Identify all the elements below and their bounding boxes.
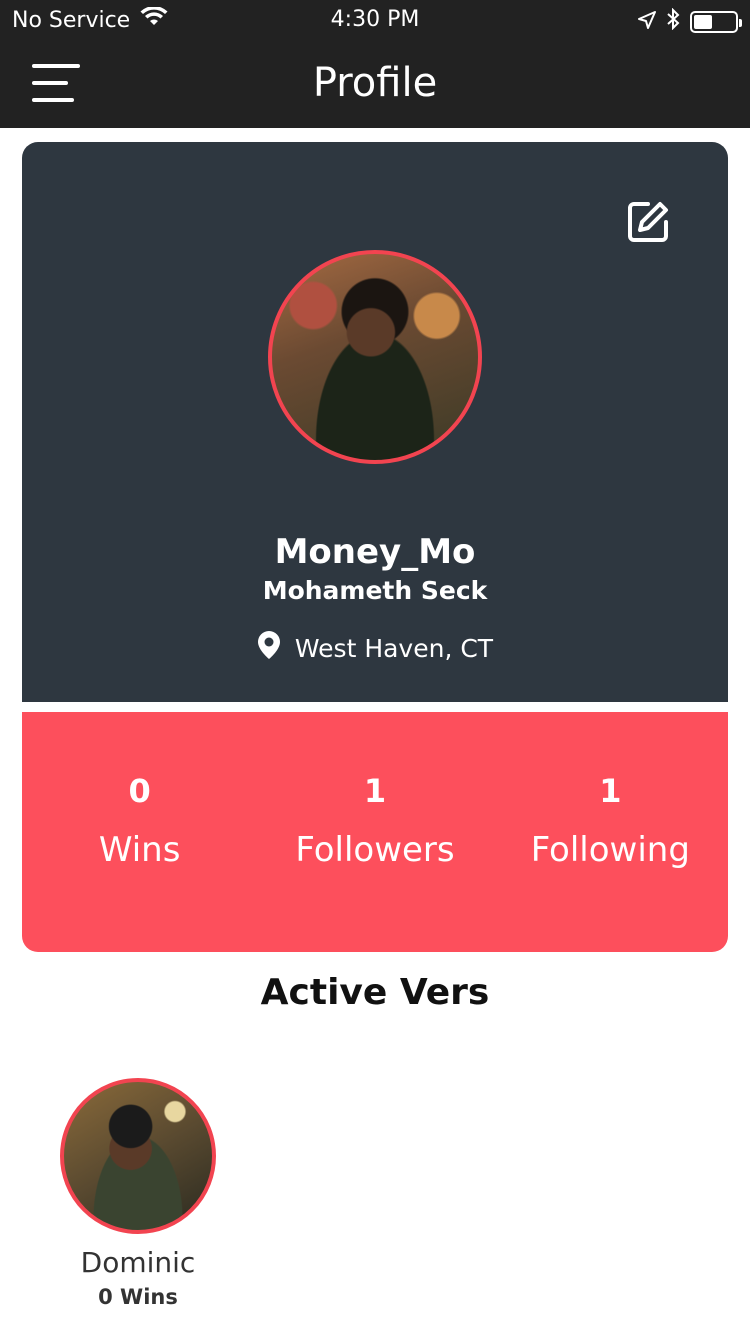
edit-icon[interactable] <box>626 200 670 244</box>
vers-wins: 0 Wins <box>98 1285 178 1309</box>
stat-followers[interactable]: 1 Followers <box>257 712 492 952</box>
stat-label: Wins <box>98 830 181 870</box>
stat-wins[interactable]: 0 Wins <box>22 712 257 952</box>
page-title: Profile <box>312 60 438 106</box>
username: Money_Mo <box>274 532 476 572</box>
stat-label: Followers <box>295 830 455 870</box>
stat-value: 0 <box>128 772 151 810</box>
map-pin-icon <box>257 630 281 666</box>
app-header: Profile <box>0 40 750 128</box>
stat-label: Following <box>530 830 690 870</box>
section-title: Active Vers <box>260 972 490 1013</box>
full-name: Mohameth Seck <box>262 576 488 605</box>
stat-following[interactable]: 1 Following <box>493 712 728 952</box>
list-item[interactable]: Dominic 0 Wins <box>40 1078 236 1309</box>
avatar[interactable] <box>268 250 482 464</box>
vers-name: Dominic <box>80 1246 196 1279</box>
location-arrow-icon <box>638 10 656 35</box>
location-text: West Haven, CT <box>294 633 494 663</box>
avatar <box>60 1078 216 1234</box>
stat-value: 1 <box>363 772 387 810</box>
bluetooth-icon <box>666 7 680 36</box>
status-right <box>638 7 742 36</box>
stats-bar: 0 Wins 1 Followers 1 Following <box>22 712 728 952</box>
stat-value: 1 <box>599 772 622 810</box>
battery-icon <box>690 11 742 33</box>
profile-card: Money_Mo Mohameth Seck West Haven, CT <box>22 142 728 702</box>
location: West Haven, CT <box>22 630 728 666</box>
status-bar: No Service 4:30 PM <box>0 0 750 40</box>
